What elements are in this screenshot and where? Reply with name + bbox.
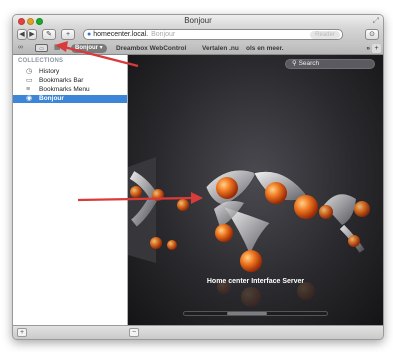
sidebar: COLLECTIONS ◷ History ▭ Bookmarks Bar ≡ … <box>13 55 128 325</box>
add-bookmark-bar-button[interactable]: + <box>372 44 381 53</box>
bonjour-menu[interactable]: Bonjour ▾ <box>71 44 107 53</box>
new-folder-button[interactable]: − <box>129 328 139 337</box>
forward-button[interactable]: ▶ <box>27 29 37 40</box>
sidebar-item-label: Bookmarks Menu <box>39 86 90 93</box>
sidebar-item-label: Bonjour <box>39 95 64 102</box>
bookmark-dreambox[interactable]: Dreambox WebControl <box>116 42 186 54</box>
bookmark-edit-button[interactable]: ✎ <box>42 29 56 40</box>
sidebar-item-bookmarks-menu[interactable]: ≡ Bookmarks Menu <box>13 86 127 94</box>
clock-icon: ◷ <box>26 68 33 75</box>
address-text: homecenter.local. <box>93 31 149 38</box>
home-center-logo[interactable] <box>205 169 318 272</box>
fullscreen-icon[interactable]: ⤢ <box>373 16 379 26</box>
back-button[interactable]: ◀ <box>17 29 27 40</box>
bookmark-vertalen[interactable]: Vertalen .nu <box>202 42 239 54</box>
reader-button[interactable]: Reader <box>310 31 340 39</box>
reading-list-icon[interactable]: ∞ <box>18 44 23 52</box>
page-title-hint: Bonjour <box>151 31 176 38</box>
sidebar-item-history[interactable]: ◷ History <box>13 68 127 76</box>
item-caption: Home center Interface Server <box>206 278 305 285</box>
bottom-bar: + − <box>13 325 383 339</box>
cover-flow-artwork <box>128 157 370 307</box>
show-all-bookmarks-icon[interactable]: ▭ <box>35 44 48 52</box>
collections-header: COLLECTIONS <box>18 58 64 64</box>
sidebar-item-bonjour[interactable]: ◉ Bonjour <box>13 95 127 103</box>
globe-icon: ● <box>87 31 92 38</box>
sidebar-item-bookmarks-bar[interactable]: ▭ Bookmarks Bar <box>13 77 127 85</box>
bookmarks-menu-icon: ≡ <box>26 86 31 93</box>
window-title: Bonjour <box>184 16 212 25</box>
cover-left-item[interactable] <box>128 157 189 263</box>
add-bookmark-button[interactable]: + <box>61 29 75 40</box>
cover-flow-scrollbar[interactable] <box>183 311 328 316</box>
title-bar: Bonjour ⤢ <box>13 15 383 28</box>
bookmark-ols[interactable]: ols en meer. <box>246 42 284 54</box>
cover-right-item[interactable] <box>319 194 370 253</box>
downloads-button[interactable]: ⊙ <box>365 29 379 40</box>
toolbar: ◀ ▶ ✎ + ● homecenter.local. Bonjour Reader… <box>13 28 383 42</box>
sidebar-item-label: Bookmarks Bar <box>39 77 84 84</box>
address-field[interactable]: ● homecenter.local. Bonjour Reader <box>83 29 343 40</box>
bookmarks-bar-icon: ▭ <box>26 77 33 84</box>
scrollbar-thumb[interactable] <box>226 312 267 315</box>
bookmarks-overflow[interactable]: » <box>366 42 370 54</box>
cover-flow-view: ⚲ Search Home center Interface Server <box>128 55 383 325</box>
browser-window: Bonjour ⤢ ◀ ▶ ✎ + ● homecenter.local. Bonj… <box>12 14 384 340</box>
top-sites-icon[interactable]: ▦ <box>54 44 61 52</box>
add-collection-button[interactable]: + <box>17 328 27 337</box>
sidebar-item-label: History <box>39 68 60 75</box>
bonjour-icon: ◉ <box>26 95 33 102</box>
bookmarks-bar: ∞ ▭ ▦ Bonjour ▾ Dreambox WebControl Vert… <box>13 42 383 55</box>
